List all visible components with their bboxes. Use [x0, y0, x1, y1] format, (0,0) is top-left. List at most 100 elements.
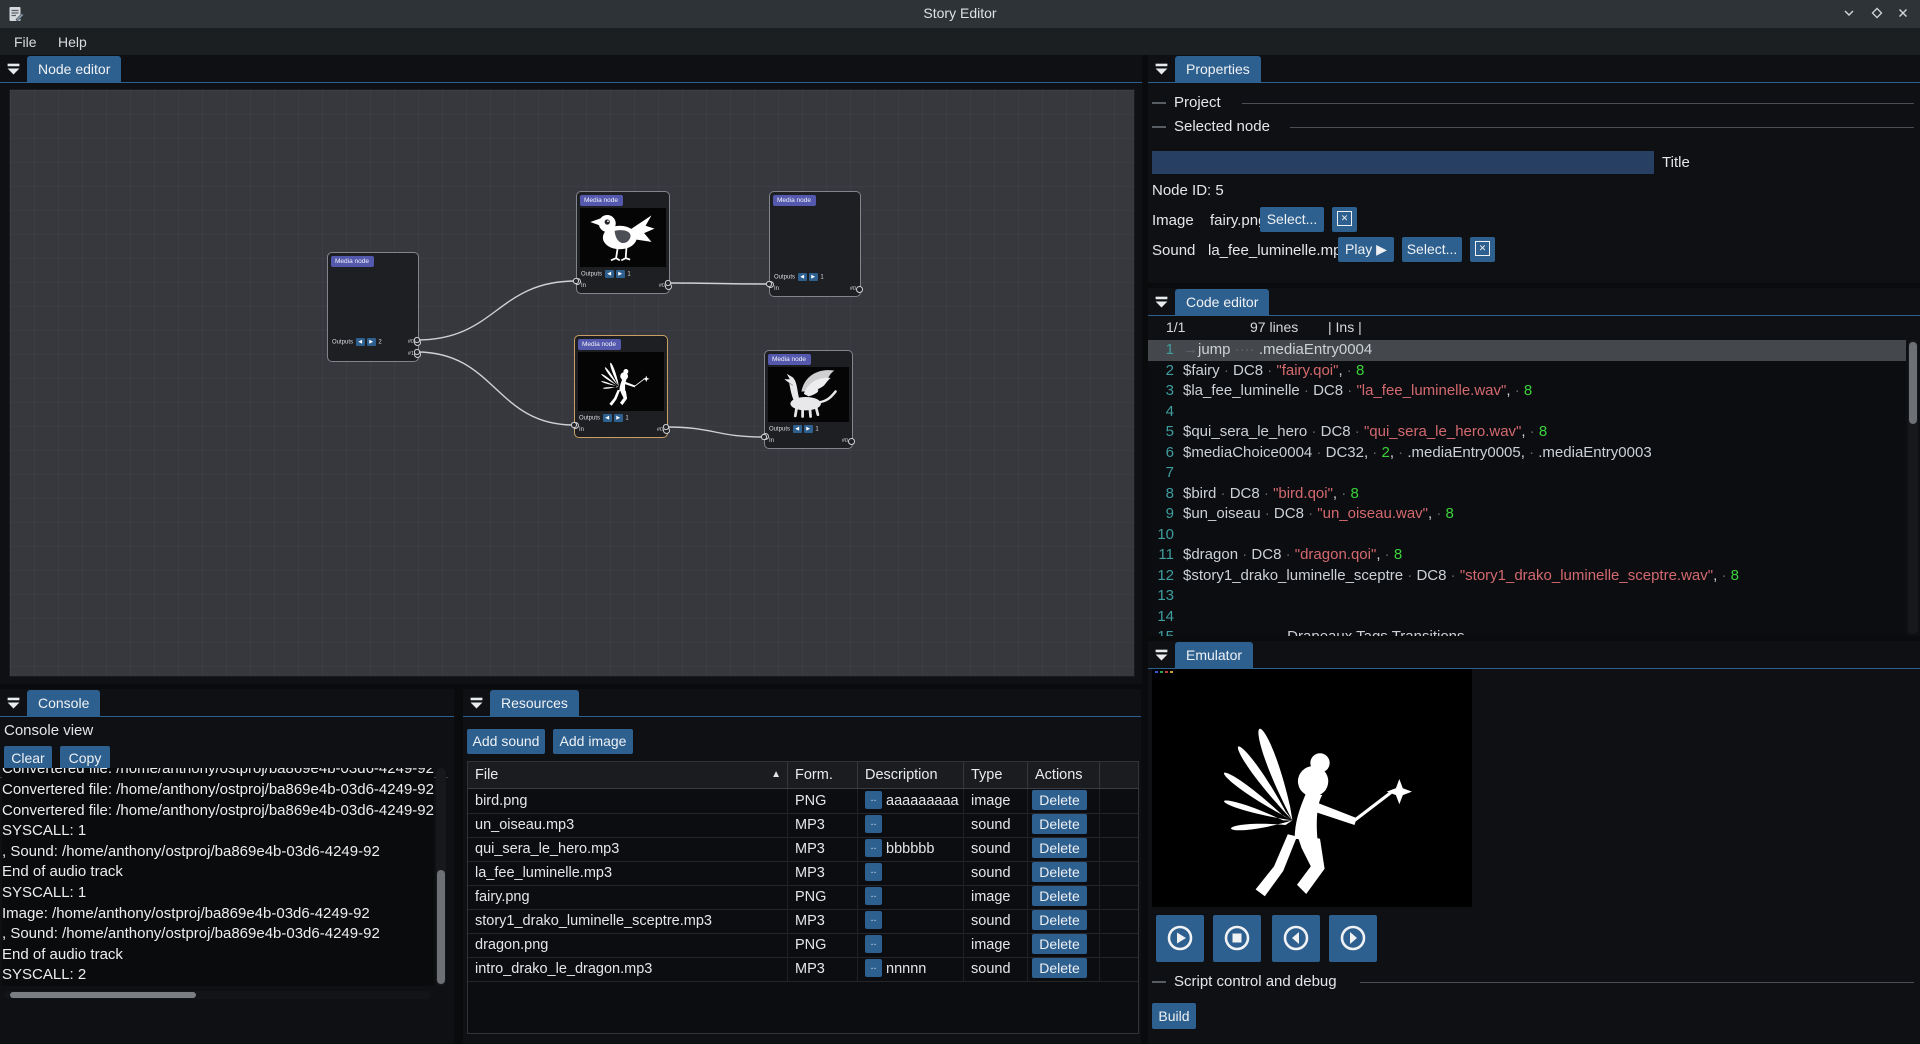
- collapse-triangle-icon[interactable]: [6, 61, 21, 76]
- output-port[interactable]: [414, 339, 421, 346]
- tab-code-editor[interactable]: Code editor: [1175, 289, 1269, 315]
- graph-node[interactable]: Media nodeOutputs ◀▶ 2#0#1: [327, 252, 419, 362]
- code-line[interactable]: 13: [1148, 586, 1906, 607]
- emulator-step-back-button[interactable]: [1272, 915, 1320, 962]
- console-hscrollbar-thumb[interactable]: [10, 992, 196, 998]
- console-copy-button[interactable]: Copy: [60, 746, 110, 770]
- code-line[interactable]: 2$fairy · DC8 · "fairy.qoi", · 8: [1148, 361, 1906, 382]
- increment-outputs-button[interactable]: ▶: [804, 425, 813, 433]
- console-horizontal-scrollbar[interactable]: [4, 991, 430, 999]
- code-line[interactable]: 1→jump ···· .mediaEntry0004: [1148, 340, 1906, 361]
- console-scrollbar-thumb[interactable]: [437, 870, 445, 984]
- node-graph-canvas[interactable]: Media nodeOutputs ◀▶ 2#0#1 Media nodeOutp…: [9, 89, 1135, 677]
- title-input[interactable]: [1152, 151, 1654, 174]
- console-clear-button[interactable]: Clear: [4, 746, 52, 770]
- emulator-screen[interactable]: [1152, 669, 1472, 907]
- delete-button[interactable]: Delete: [1032, 790, 1087, 810]
- graph-node[interactable]: Media nodeOutputs ◀▶ 1In#0: [764, 350, 853, 449]
- emulator-step-forward-button[interactable]: [1329, 915, 1377, 962]
- menu-help[interactable]: Help: [52, 32, 93, 52]
- input-port[interactable]: [572, 422, 579, 429]
- image-clear-button[interactable]: ✕: [1332, 207, 1357, 232]
- code-line[interactable]: 4: [1148, 402, 1906, 423]
- delete-button[interactable]: Delete: [1032, 910, 1087, 930]
- console-vertical-scrollbar[interactable]: [436, 768, 446, 986]
- table-row[interactable]: fairy.pngPNG.. imageDelete: [468, 885, 1138, 910]
- emulator-play-button[interactable]: [1156, 915, 1204, 962]
- code-line[interactable]: 15 Drapeaux Tags Transitions: [1148, 627, 1906, 636]
- table-row[interactable]: story1_drako_luminelle_sceptre.mp3MP3.. …: [468, 909, 1138, 934]
- tab-emulator[interactable]: Emulator: [1175, 642, 1253, 668]
- add-image-button[interactable]: Add image: [553, 729, 633, 754]
- input-port[interactable]: [574, 278, 581, 285]
- tab-console[interactable]: Console: [27, 690, 100, 716]
- graph-node[interactable]: Media nodeOutputs ◀▶ 1In#0: [574, 335, 668, 438]
- close-button[interactable]: [1894, 6, 1912, 22]
- input-port[interactable]: [767, 281, 774, 288]
- increment-outputs-button[interactable]: ▶: [809, 273, 818, 281]
- column-header-file[interactable]: File▲: [468, 762, 788, 788]
- table-row[interactable]: un_oiseau.mp3MP3.. soundDelete: [468, 813, 1138, 838]
- graph-node[interactable]: Media nodeOutputs ◀▶ 1In#0: [769, 191, 861, 297]
- table-row[interactable]: la_fee_luminelle.mp3MP3.. soundDelete: [468, 861, 1138, 886]
- increment-outputs-button[interactable]: ▶: [616, 270, 625, 278]
- output-port[interactable]: [856, 286, 863, 293]
- column-header-type[interactable]: Type: [964, 762, 1028, 788]
- table-row[interactable]: intro_drako_le_dragon.mp3MP3.. nnnnnsoun…: [468, 957, 1138, 982]
- graph-node[interactable]: Media nodeOutputs ◀▶ 1In#0: [576, 191, 670, 294]
- description-more-button[interactable]: ..: [865, 911, 882, 929]
- table-row[interactable]: bird.pngPNG.. aaaaaaaaaimageDelete: [468, 789, 1138, 814]
- column-header-form[interactable]: Form.: [788, 762, 858, 788]
- output-port[interactable]: [665, 283, 672, 290]
- collapse-triangle-icon[interactable]: [6, 695, 21, 710]
- description-more-button[interactable]: ..: [865, 791, 882, 809]
- description-more-button[interactable]: ..: [865, 815, 882, 833]
- description-more-button[interactable]: ..: [865, 839, 882, 857]
- column-header-actions[interactable]: Actions: [1028, 762, 1100, 788]
- sound-select-button[interactable]: Select...: [1402, 237, 1462, 262]
- column-header-description[interactable]: Description: [858, 762, 964, 788]
- tab-properties[interactable]: Properties: [1175, 56, 1261, 82]
- increment-outputs-button[interactable]: ▶: [614, 414, 623, 422]
- table-row[interactable]: qui_sera_le_hero.mp3MP3.. bbbbbbsoundDel…: [468, 837, 1138, 862]
- increment-outputs-button[interactable]: ▶: [367, 338, 376, 346]
- minimize-button[interactable]: [1840, 6, 1858, 22]
- collapse-triangle-icon[interactable]: [469, 695, 484, 710]
- decrement-outputs-button[interactable]: ◀: [603, 414, 612, 422]
- code-line[interactable]: 6$mediaChoice0004 · DC32, · 2, · .mediaE…: [1148, 443, 1906, 464]
- description-more-button[interactable]: ..: [865, 887, 882, 905]
- table-row[interactable]: dragon.pngPNG.. imageDelete: [468, 933, 1138, 958]
- code-line[interactable]: 8$bird · DC8 · "bird.qoi", · 8: [1148, 484, 1906, 505]
- output-port[interactable]: [414, 351, 421, 358]
- collapse-triangle-icon[interactable]: [1154, 294, 1169, 309]
- description-more-button[interactable]: ..: [865, 935, 882, 953]
- delete-button[interactable]: Delete: [1032, 958, 1087, 978]
- code-line[interactable]: 9$un_oiseau · DC8 · "un_oiseau.wav", · 8: [1148, 504, 1906, 525]
- code-vertical-scrollbar[interactable]: [1908, 340, 1918, 634]
- code-line[interactable]: 11$dragon · DC8 · "dragon.qoi", · 8: [1148, 545, 1906, 566]
- decrement-outputs-button[interactable]: ◀: [798, 273, 807, 281]
- code-line[interactable]: 10: [1148, 525, 1906, 546]
- decrement-outputs-button[interactable]: ◀: [605, 270, 614, 278]
- delete-button[interactable]: Delete: [1032, 862, 1087, 882]
- delete-button[interactable]: Delete: [1032, 886, 1087, 906]
- delete-button[interactable]: Delete: [1032, 838, 1087, 858]
- decrement-outputs-button[interactable]: ◀: [793, 425, 802, 433]
- description-more-button[interactable]: ..: [865, 959, 882, 977]
- delete-button[interactable]: Delete: [1032, 814, 1087, 834]
- code-line[interactable]: 5$qui_sera_le_hero · DC8 · "qui_sera_le_…: [1148, 422, 1906, 443]
- image-select-button[interactable]: Select...: [1260, 207, 1324, 232]
- tab-resources[interactable]: Resources: [490, 690, 579, 716]
- collapse-triangle-icon[interactable]: [1154, 647, 1169, 662]
- output-port[interactable]: [848, 438, 855, 445]
- code-line[interactable]: 3$la_fee_luminelle · DC8 · "la_fee_lumin…: [1148, 381, 1906, 402]
- output-port[interactable]: [663, 427, 670, 434]
- tab-node-editor[interactable]: Node editor: [27, 56, 121, 82]
- input-port[interactable]: [762, 433, 769, 440]
- menu-file[interactable]: File: [8, 32, 43, 52]
- code-line[interactable]: 7: [1148, 463, 1906, 484]
- sound-clear-button[interactable]: ✕: [1470, 237, 1495, 262]
- code-line[interactable]: 12$story1_drako_luminelle_sceptre · DC8 …: [1148, 566, 1906, 587]
- collapse-triangle-icon[interactable]: [1154, 61, 1169, 76]
- maximize-button[interactable]: [1868, 6, 1886, 22]
